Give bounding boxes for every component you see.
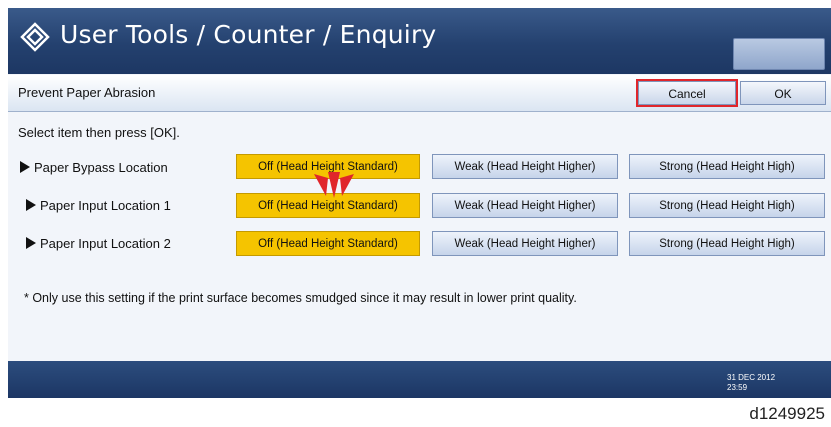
option-weak-input-2[interactable]: Weak (Head Height Higher) [432,231,618,256]
row-label-input-2: Paper Input Location 2 [26,236,171,251]
status-bar [8,361,831,398]
time-text: 23:59 [727,383,748,392]
row-label-paper-bypass: Paper Bypass Location [20,160,168,175]
option-strong-input-1[interactable]: Strong (Head Height High) [629,193,825,218]
ok-button[interactable]: OK [740,81,826,105]
triangle-right-icon [26,199,36,211]
date-time: 31 DEC 2012 23:59 [727,373,775,393]
instruction-text: Select item then press [OK]. [18,125,180,140]
date-text: 31 DEC 2012 [727,373,776,382]
red-arrows-icon [314,172,354,198]
triangle-right-icon [20,161,30,173]
note-text: * Only use this setting if the print sur… [24,291,577,305]
diamond-logo-icon [20,22,50,52]
option-weak-bypass[interactable]: Weak (Head Height Higher) [432,154,618,179]
page-title: User Tools / Counter / Enquiry [60,20,437,49]
row-label-input-1: Paper Input Location 1 [26,198,171,213]
title-bar: User Tools / Counter / Enquiry [8,8,831,74]
cancel-button[interactable]: Cancel [636,79,738,107]
option-strong-input-2[interactable]: Strong (Head Height High) [629,231,825,256]
triangle-right-icon [26,237,36,249]
title-bar-button[interactable] [733,38,825,70]
screen: User Tools / Counter / Enquiry Prevent P… [8,8,831,398]
option-strong-bypass[interactable]: Strong (Head Height High) [629,154,825,179]
option-weak-input-1[interactable]: Weak (Head Height Higher) [432,193,618,218]
option-off-input-2[interactable]: Off (Head Height Standard) [236,231,420,256]
setting-title: Prevent Paper Abrasion [18,85,156,100]
figure-caption: d1249925 [749,404,825,423]
